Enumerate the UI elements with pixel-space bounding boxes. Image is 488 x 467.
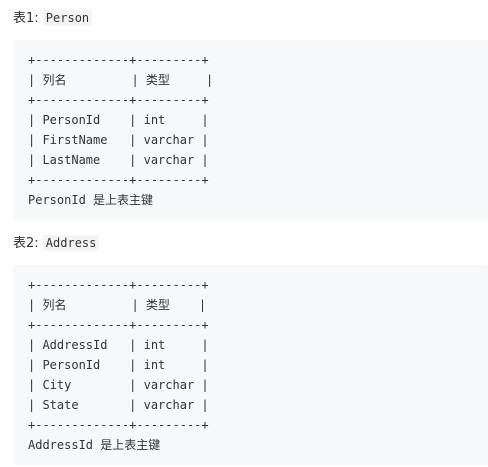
code-line: +-------------+---------+	[28, 53, 209, 67]
code-line: +-------------+---------+	[28, 418, 209, 432]
code-line: +-------------+---------+	[28, 318, 209, 332]
code-line: +-------------+---------+	[28, 173, 209, 187]
code-line: | State | varchar |	[28, 398, 209, 412]
section-heading-person: 表1: Person	[13, 9, 93, 27]
table-name-code: Address	[42, 235, 100, 251]
code-line: +-------------+---------+	[28, 278, 209, 292]
code-line: | 列名 | 类型 |	[28, 73, 214, 87]
code-block-address: +-------------+---------+ | 列名 | 类型 | +-…	[13, 265, 488, 465]
code-line: | PersonId | int |	[28, 113, 209, 127]
code-line: +-------------+---------+	[28, 93, 209, 107]
code-line: | City | varchar |	[28, 378, 209, 392]
code-block-person: +-------------+---------+ | 列名 | 类型 | +-…	[13, 40, 488, 220]
table-label: 表2:	[13, 236, 39, 251]
code-line: | AddressId | int |	[28, 338, 209, 352]
code-line: | LastName | varchar |	[28, 153, 209, 167]
table-name-code: Person	[42, 10, 93, 26]
code-line: | FirstName | varchar |	[28, 133, 209, 147]
code-line: | PersonId | int |	[28, 358, 209, 372]
section-heading-address: 表2: Address	[13, 234, 100, 252]
code-line: AddressId 是上表主键	[28, 438, 161, 452]
code-line: | 列名 | 类型 |	[28, 298, 207, 312]
code-line: PersonId 是上表主键	[28, 193, 154, 207]
table-label: 表1:	[13, 11, 39, 26]
